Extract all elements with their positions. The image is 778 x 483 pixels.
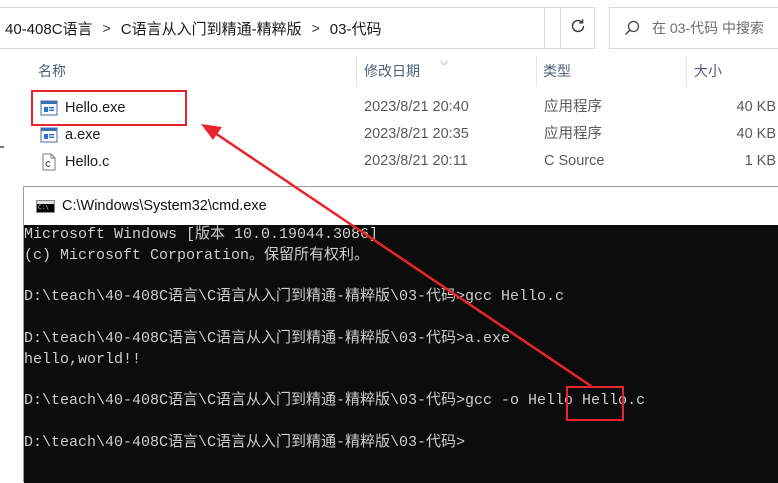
console-line: D:\teach\40-408C语言\C语言从入门到精通-精粹版\03-代码>: [24, 434, 466, 451]
column-header-type[interactable]: 类型: [543, 56, 571, 86]
address-history-dropdown[interactable]: [545, 7, 560, 49]
console-line: D:\teach\40-408C语言\C语言从入门到精通-精粹版\03-代码>g…: [24, 288, 565, 306]
c-source-file-icon: [40, 153, 58, 171]
console-output[interactable]: Microsoft Windows [版本 10.0.19044.3086] (…: [24, 225, 778, 483]
refresh-button[interactable]: [560, 7, 595, 49]
search-icon: [624, 20, 640, 36]
file-modified: 2023/8/21 20:11: [364, 153, 468, 169]
file-modified: 2023/8/21 20:40: [364, 99, 469, 115]
column-divider[interactable]: [536, 56, 537, 86]
file-size: 1 KB: [744, 153, 776, 169]
console-line: Microsoft Windows [版本 10.0.19044.3086]: [24, 226, 379, 243]
file-name: Hello.c: [65, 153, 110, 170]
column-divider[interactable]: [356, 56, 357, 86]
breadcrumb-item[interactable]: 03-代码: [330, 18, 382, 39]
cmd-window[interactable]: C:\ C:\Windows\System32\cmd.exe Microsof…: [23, 186, 778, 483]
cmd-title-bar[interactable]: C:\ C:\Windows\System32\cmd.exe: [24, 187, 778, 225]
console-line: D:\teach\40-408C语言\C语言从入门到精通-精粹版\03-代码>a…: [24, 330, 511, 347]
file-name: a.exe: [65, 126, 101, 143]
exe-icon: [40, 126, 58, 144]
highlight-box-output-name: [566, 386, 624, 421]
console-line: (c) Microsoft Corporation。保留所有权利。: [24, 246, 370, 264]
cmd-icon: C:\: [36, 199, 55, 213]
file-type: 应用程序: [544, 126, 602, 142]
highlight-box-hello-exe: [31, 90, 187, 126]
breadcrumb[interactable]: 40-408C语言 > C语言从入门到精通-精粹版 > 03-代码: [0, 7, 545, 49]
breadcrumb-separator[interactable]: >: [93, 20, 121, 36]
breadcrumb-item[interactable]: C语言从入门到精通-精粹版: [121, 18, 302, 39]
console-line: D:\teach\40-408C语言\C语言从入门到精通-精粹版\03-代码>g…: [24, 392, 646, 410]
address-bar-area: 40-408C语言 > C语言从入门到精通-精粹版 > 03-代码 在 03-代…: [0, 0, 778, 56]
cmd-icon-text: C:\: [38, 203, 49, 211]
console-line: hello,world!!: [24, 350, 142, 368]
column-header-modified[interactable]: 修改日期: [364, 56, 420, 86]
file-size: 40 KB: [736, 126, 777, 142]
file-type: C Source: [544, 153, 605, 169]
breadcrumb-separator[interactable]: >: [302, 20, 330, 36]
cmd-title: C:\Windows\System32\cmd.exe: [62, 198, 267, 214]
file-modified: 2023/8/21 20:35: [364, 126, 469, 142]
column-header-size[interactable]: 大小: [694, 56, 722, 86]
breadcrumb-item[interactable]: 40-408C语言: [0, 18, 93, 39]
file-size: 40 KB: [736, 99, 777, 115]
file-type: 应用程序: [544, 99, 602, 115]
refresh-icon: [569, 17, 587, 40]
column-header-name[interactable]: 名称: [38, 56, 66, 86]
search-input[interactable]: 在 03-代码 中搜索: [609, 7, 778, 49]
column-divider[interactable]: [686, 56, 687, 86]
file-row[interactable]: Hello.c 2023/8/21 20:11 C Source 1 KB: [0, 148, 778, 175]
search-placeholder: 在 03-代码 中搜索: [652, 20, 765, 36]
sort-chevron-icon: ⌵: [440, 56, 449, 68]
